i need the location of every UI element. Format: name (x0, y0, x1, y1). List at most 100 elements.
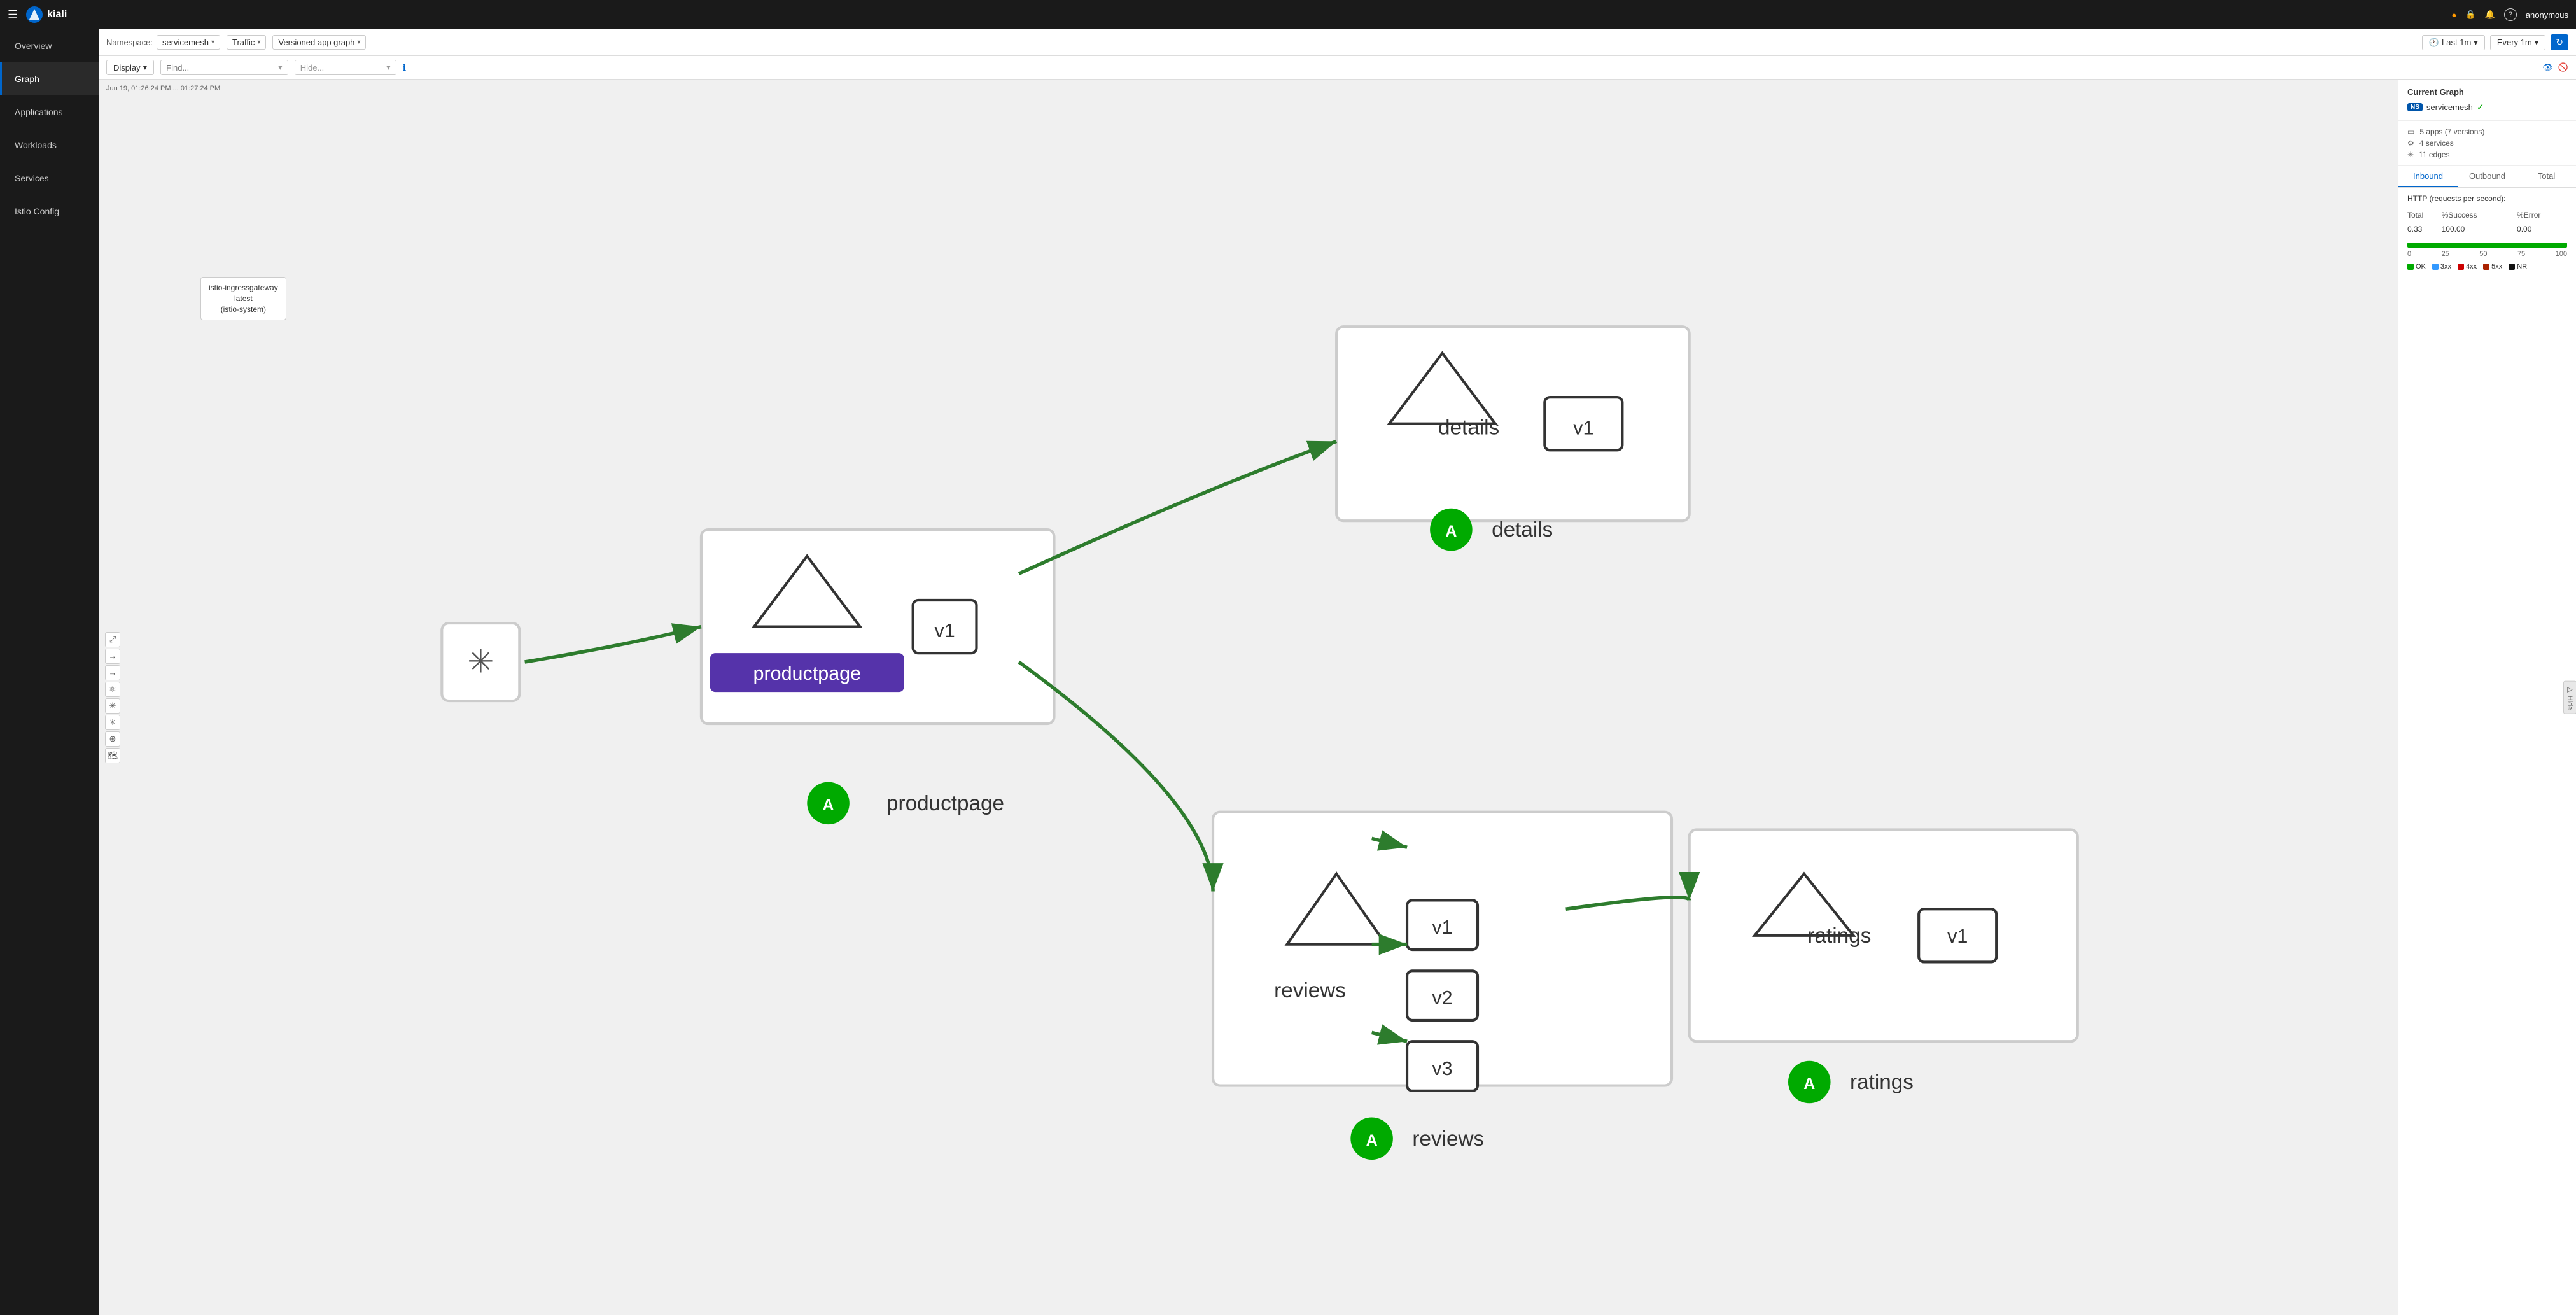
bar-track (2407, 243, 2567, 248)
sidebar-item-label: Services (15, 173, 49, 183)
legend-4xx: 4xx (2458, 263, 2477, 271)
sidebar-item-istio-config[interactable]: Istio Config (0, 195, 99, 228)
panel-tabs: Inbound Outbound Total (2398, 166, 2576, 188)
eye-slash-icon[interactable]: 🚫 (2558, 62, 2568, 73)
toolbar-time-controls: 🕐 Last 1m ▾ Every 1m ▾ ↻ (2422, 34, 2568, 50)
every-time-dropdown[interactable]: Every 1m ▾ (2490, 35, 2545, 50)
warning-icon[interactable]: ● (2452, 10, 2457, 20)
sidebar-item-workloads[interactable]: Workloads (0, 129, 99, 162)
sidebar-item-label: Applications (15, 107, 63, 117)
details-node[interactable]: v1 details (1336, 327, 1690, 521)
graph-canvas[interactable]: Jun 19, 01:26:24 PM ... 01:27:24 PM isti… (99, 80, 2398, 1315)
zoom-out-button[interactable]: → (105, 665, 120, 680)
chevron-down-icon: ▾ (143, 62, 148, 73)
apps-icon: ▭ (2407, 127, 2414, 136)
cell-error: 0.00 (2517, 222, 2567, 236)
reset-button[interactable]: ⊕ (105, 731, 120, 747)
chevron-down-icon: ▾ (278, 62, 283, 73)
legend-ok: OK (2407, 263, 2426, 271)
chevron-down-icon: ▾ (357, 39, 360, 46)
legend-button[interactable]: 🗺 (105, 748, 120, 763)
eye-icon[interactable]: 👁 (2542, 62, 2553, 73)
gateway-node[interactable]: ✳ (442, 623, 519, 701)
panel-namespace: NS servicemesh ✓ (2407, 102, 2567, 113)
legend-nr: NR (2509, 263, 2527, 271)
svg-text:productpage: productpage (886, 792, 1004, 815)
svg-text:v2: v2 (1432, 987, 1452, 1009)
hamburger-icon[interactable]: ☰ (8, 8, 18, 22)
sidebar-item-label: Graph (15, 74, 39, 84)
table-row: 0.33 100.00 0.00 (2407, 222, 2567, 236)
svg-text:details: details (1438, 416, 1499, 439)
stat-edges: ✳ 11 edges (2407, 150, 2567, 159)
sidebar-item-overview[interactable]: Overview (0, 29, 99, 62)
layout-3-button[interactable]: ✳ (105, 715, 120, 730)
graph-timestamp: Jun 19, 01:26:24 PM ... 01:27:24 PM (106, 85, 220, 92)
lock-icon[interactable]: 🔒 (2465, 10, 2475, 20)
http-table: Total %Success %Error 0.33 100.00 0.00 (2407, 208, 2567, 236)
bell-icon[interactable]: 🔔 (2485, 10, 2495, 20)
svg-text:✳: ✳ (467, 644, 494, 680)
bar-axis: 0 25 50 75 100 (2407, 250, 2567, 258)
sidebar-item-label: Istio Config (15, 206, 59, 216)
namespace-name: servicemesh (2426, 102, 2473, 112)
last-time-dropdown[interactable]: 🕐 Last 1m ▾ (2422, 35, 2485, 50)
namespace-label: Namespace: (106, 38, 153, 47)
reviews-node[interactable]: v1 v2 v3 reviews (1213, 812, 1672, 1091)
col-total: Total (2407, 208, 2442, 222)
bar-legend: OK 3xx 4xx 5xx (2407, 263, 2567, 271)
user-name: anonymous (2526, 10, 2568, 20)
refresh-button[interactable]: ↻ (2551, 34, 2568, 50)
tab-total[interactable]: Total (2517, 166, 2576, 187)
tab-outbound[interactable]: Outbound (2458, 166, 2517, 187)
svg-text:v3: v3 (1432, 1058, 1452, 1079)
brand: kiali (25, 6, 67, 24)
sidebar-item-applications[interactable]: Applications (0, 95, 99, 129)
services-count: 4 services (2419, 139, 2454, 148)
namespace-dropdown[interactable]: servicemesh ▾ (157, 35, 220, 50)
main-content: Namespace: servicemesh ▾ Traffic ▾ Versi… (99, 29, 2576, 1315)
kiali-logo-icon (25, 6, 43, 24)
right-panel: Current Graph NS servicemesh ✓ ▭ 5 apps … (2398, 80, 2576, 1315)
chevron-down-icon: ▾ (257, 39, 260, 46)
tooltip-line3: (istio-system) (209, 304, 278, 315)
bar-fill-ok (2407, 243, 2567, 248)
svg-text:A: A (1366, 1132, 1378, 1150)
svg-text:v1: v1 (1432, 917, 1452, 938)
svg-text:A: A (1445, 523, 1457, 540)
hide-panel-button[interactable]: ▷ Hide (2563, 680, 2576, 714)
svg-text:productpage: productpage (753, 663, 861, 684)
help-icon[interactable]: ? (2504, 8, 2517, 21)
tab-inbound[interactable]: Inbound (2398, 166, 2458, 187)
graph-area: Jun 19, 01:26:24 PM ... 01:27:24 PM isti… (99, 80, 2576, 1315)
productpage-node[interactable]: v1 productpage (701, 530, 1054, 724)
http-label: HTTP (requests per second): (2407, 194, 2567, 203)
traffic-dropdown[interactable]: Traffic ▾ (227, 35, 266, 50)
graph-type-dropdown[interactable]: Versioned app graph ▾ (272, 35, 366, 50)
namespace-selector: Namespace: servicemesh ▾ (106, 35, 220, 50)
panel-title: Current Graph (2407, 87, 2567, 97)
node-tooltip: istio-ingressgateway latest (istio-syste… (200, 277, 286, 320)
info-icon[interactable]: ℹ (403, 62, 406, 73)
sidebar-item-graph[interactable]: Graph (0, 62, 99, 95)
layout-2-button[interactable]: ✳ (105, 698, 120, 714)
chevron-down-icon: ▾ (2535, 38, 2539, 48)
zoom-in-button[interactable]: → (105, 649, 120, 664)
hide-dropdown[interactable]: Hide... ▾ (295, 60, 396, 75)
ratings-node[interactable]: v1 ratings (1690, 829, 2078, 1041)
apps-count: 5 apps (7 versions) (2419, 127, 2484, 136)
display-button[interactable]: Display ▾ (106, 60, 154, 75)
svg-text:v1: v1 (1947, 925, 1968, 947)
toolbar-row2: Display ▾ ▾ Hide... ▾ ℹ 👁 🚫 (99, 56, 2576, 80)
svg-text:reviews: reviews (1274, 979, 1346, 1002)
sidebar-item-services[interactable]: Services (0, 162, 99, 195)
edges-icon: ✳ (2407, 150, 2414, 159)
bar-chart: 0 25 50 75 100 OK 3xx (2407, 243, 2567, 271)
svg-text:v1: v1 (934, 620, 955, 642)
layout-1-button[interactable]: ⚛ (105, 682, 120, 697)
legend-3xx: 3xx (2432, 263, 2451, 271)
find-input[interactable] (166, 63, 278, 73)
panel-stats: ▭ 5 apps (7 versions) ⚙ 4 services ✳ 11 … (2398, 121, 2576, 166)
fit-graph-button[interactable]: ⤢ (105, 632, 120, 647)
svg-text:A: A (1803, 1075, 1815, 1093)
